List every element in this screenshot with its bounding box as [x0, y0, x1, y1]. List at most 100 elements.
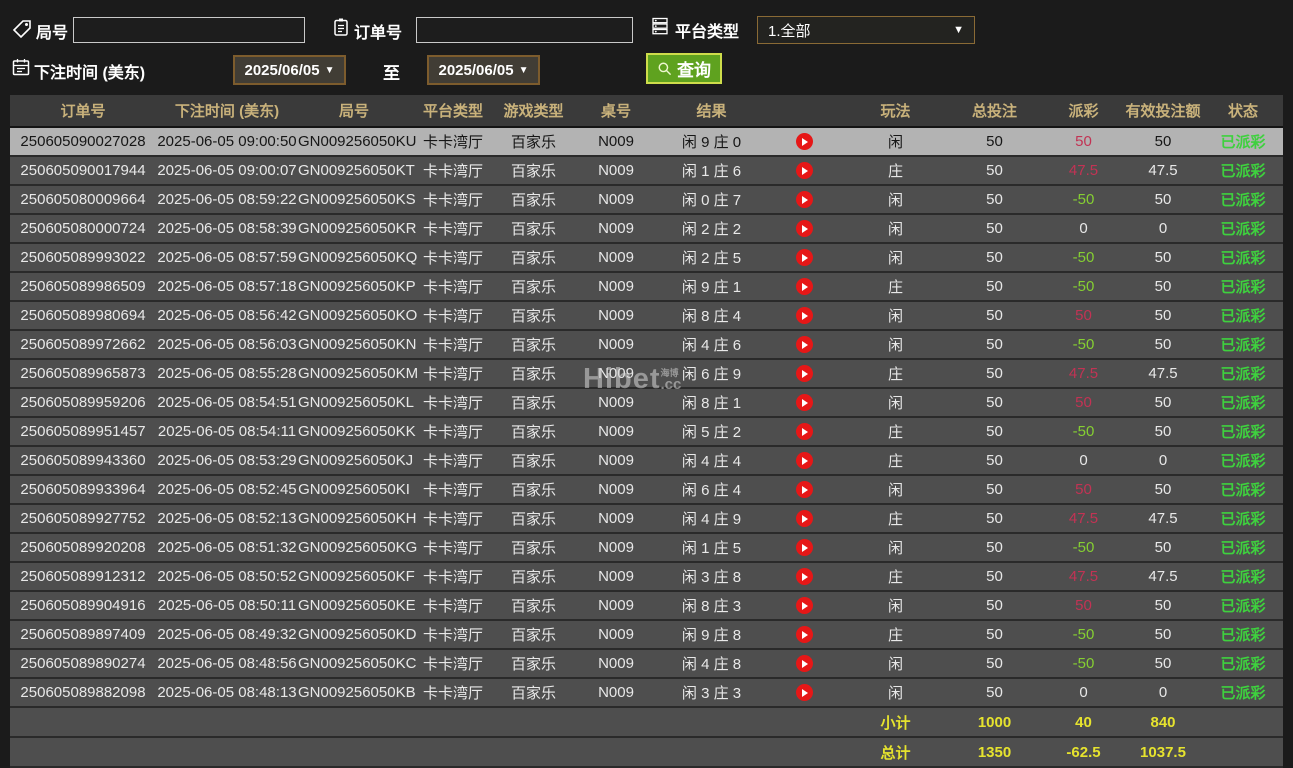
cell-payout: 0 [1079, 452, 1088, 469]
cell-platform: 卡卡湾厅 [422, 685, 483, 702]
game-no-input[interactable] [73, 17, 305, 43]
cell-result: 闲 1 庄 5 [681, 540, 742, 557]
cell-result: 闲 8 庄 1 [681, 395, 742, 412]
play-video-button[interactable] [795, 510, 813, 528]
table-row[interactable]: 250605089897409 2025-06-05 08:49:32 GN0092… [10, 621, 1283, 650]
play-video-button[interactable] [795, 655, 813, 673]
play-video-button[interactable] [795, 249, 813, 267]
cell-valid-bet: 47.5 [1148, 365, 1178, 382]
play-video-button[interactable] [795, 597, 813, 615]
play-video-button[interactable] [795, 394, 813, 412]
cell-valid-bet: 50 [1154, 481, 1172, 498]
table-row[interactable]: 250605090027028 2025-06-05 09:00:50 GN0092… [10, 128, 1283, 157]
cell-payout: 47.5 [1068, 510, 1099, 527]
table-row[interactable]: 250605089890274 2025-06-05 08:48:56 GN0092… [10, 650, 1283, 679]
date-to-value: 2025/06/05 [438, 61, 514, 79]
cell-payout: -50 [1072, 336, 1095, 353]
status-badge: 已派彩 [1220, 250, 1266, 267]
cell-round-no: GN009256050KR [298, 220, 417, 237]
status-badge: 已派彩 [1220, 424, 1266, 441]
play-video-button[interactable] [795, 452, 813, 470]
cell-order-no: 250605089959206 [20, 394, 146, 411]
cell-result: 闲 9 庄 8 [681, 627, 742, 644]
cell-result: 闲 9 庄 0 [681, 134, 742, 151]
table-row[interactable]: 250605089986509 2025-06-05 08:57:18 GN0092… [10, 273, 1283, 302]
subtotal-row: 小计 1000 40 840 [10, 708, 1283, 738]
cell-game-type: 百家乐 [510, 221, 556, 238]
status-badge: 已派彩 [1220, 656, 1266, 673]
play-video-button[interactable] [795, 423, 813, 441]
play-video-button[interactable] [795, 307, 813, 325]
total-row-total-bet: 1350 [977, 743, 1012, 761]
cell-total-bet: 50 [986, 191, 1003, 208]
cell-payout: 50 [1075, 597, 1092, 614]
play-video-button[interactable] [795, 481, 813, 499]
cell-table-no: N009 [598, 249, 634, 266]
cell-payout: -50 [1072, 655, 1095, 672]
cell-platform: 卡卡湾厅 [422, 250, 483, 267]
cell-platform: 卡卡湾厅 [422, 627, 483, 644]
play-video-button[interactable] [795, 365, 813, 383]
cell-platform: 卡卡湾厅 [422, 482, 483, 499]
status-badge: 已派彩 [1220, 163, 1266, 180]
table-row[interactable]: 250605089933964 2025-06-05 08:52:45 GN0092… [10, 476, 1283, 505]
table-row[interactable]: 250605089951457 2025-06-05 08:54:11 GN0092… [10, 418, 1283, 447]
table-row[interactable]: 250605080009664 2025-06-05 08:59:22 GN0092… [10, 186, 1283, 215]
play-icon [802, 456, 808, 465]
table-row[interactable]: 250605089972662 2025-06-05 08:56:03 GN0092… [10, 331, 1283, 360]
column-header: 状态 [1227, 103, 1258, 120]
play-video-button[interactable] [795, 336, 813, 354]
table-row[interactable]: 250605089882098 2025-06-05 08:48:13 GN0092… [10, 679, 1283, 708]
cell-table-no: N009 [598, 423, 634, 440]
column-header: 玩法 [880, 103, 911, 120]
order-no-input[interactable] [416, 17, 633, 43]
cell-table-no: N009 [598, 568, 634, 585]
cell-order-no: 250605089965873 [20, 365, 146, 382]
table-row[interactable]: 250605080000724 2025-06-05 08:58:39 GN0092… [10, 215, 1283, 244]
table-row[interactable]: 250605089912312 2025-06-05 08:50:52 GN0092… [10, 563, 1283, 592]
cell-total-bet: 50 [986, 568, 1003, 585]
play-video-button[interactable] [795, 626, 813, 644]
date-from-value: 2025/06/05 [244, 61, 320, 79]
cell-game-type: 百家乐 [510, 540, 556, 557]
date-to-picker[interactable]: 2025/06/05 ▼ [427, 55, 540, 85]
platform-type-selected: 1.全部 [768, 22, 811, 40]
table-row[interactable]: 250605090017944 2025-06-05 09:00:07 GN0092… [10, 157, 1283, 186]
cell-order-no: 250605089993022 [20, 249, 146, 266]
cell-game-type: 百家乐 [510, 511, 556, 528]
play-video-button[interactable] [795, 568, 813, 586]
cell-round-no: GN009256050KC [298, 655, 417, 672]
cell-bet-side: 闲 [887, 221, 903, 238]
cell-platform: 卡卡湾厅 [422, 308, 483, 325]
cell-game-type: 百家乐 [510, 569, 556, 586]
play-video-button[interactable] [795, 162, 813, 180]
table-row[interactable]: 250605089920208 2025-06-05 08:51:32 GN0092… [10, 534, 1283, 563]
cell-result: 闲 4 庄 8 [681, 656, 742, 673]
play-video-button[interactable] [795, 684, 813, 702]
play-video-button[interactable] [795, 278, 813, 296]
cell-round-no: GN009256050KL [298, 394, 414, 411]
cell-order-no: 250605089972662 [20, 336, 146, 353]
cell-bet-time: 2025-06-05 08:57:18 [157, 278, 297, 295]
table-row[interactable]: 250605089904916 2025-06-05 08:50:11 GN0092… [10, 592, 1283, 621]
table-row[interactable]: 250605089980694 2025-06-05 08:56:42 GN0092… [10, 302, 1283, 331]
date-from-picker[interactable]: 2025/06/05 ▼ [233, 55, 346, 85]
table-row[interactable]: 250605089965873 2025-06-05 08:55:28 GN0092… [10, 360, 1283, 389]
play-video-button[interactable] [795, 220, 813, 238]
search-icon [658, 62, 672, 75]
play-video-button[interactable] [795, 539, 813, 557]
column-header: 结果 [696, 103, 727, 120]
cell-bet-side: 闲 [887, 656, 903, 673]
play-video-button[interactable] [795, 133, 813, 151]
cell-result: 闲 6 庄 4 [681, 482, 742, 499]
cell-valid-bet: 50 [1154, 278, 1172, 295]
play-video-button[interactable] [795, 191, 813, 209]
platform-type-select[interactable]: 1.全部 ▼ [757, 16, 975, 44]
table-row[interactable]: 250605089993022 2025-06-05 08:57:59 GN0092… [10, 244, 1283, 273]
cell-result: 闲 8 庄 3 [681, 598, 742, 615]
table-row[interactable]: 250605089943360 2025-06-05 08:53:29 GN0092… [10, 447, 1283, 476]
table-row[interactable]: 250605089927752 2025-06-05 08:52:13 GN0092… [10, 505, 1283, 534]
table-row[interactable]: 250605089959206 2025-06-05 08:54:51 GN0092… [10, 389, 1283, 418]
search-button[interactable]: 查询 [646, 53, 722, 84]
cell-order-no: 250605090017944 [20, 162, 146, 179]
